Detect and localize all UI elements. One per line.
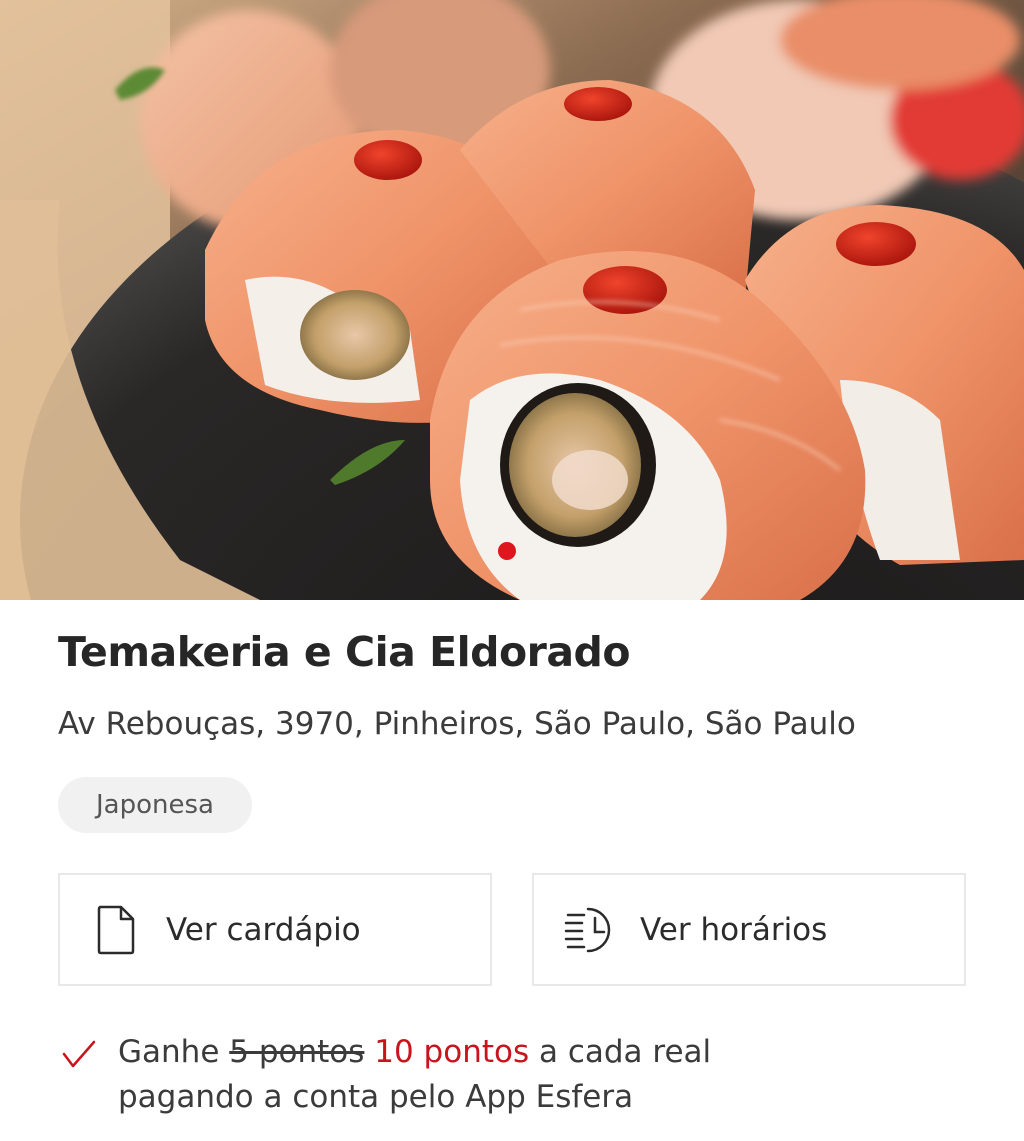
hero-image: [0, 0, 1024, 600]
check-icon: [62, 1040, 96, 1070]
promo-line-2: pagando a conta pelo App Esfera: [118, 1079, 634, 1115]
clock-list-icon: [564, 905, 618, 955]
promo-text: Ganhe 5 pontos 10 pontos a cada real pag…: [118, 1030, 711, 1120]
cuisine-tag: Japonesa: [58, 777, 252, 833]
carousel-indicator-dot[interactable]: [498, 542, 516, 560]
view-menu-button[interactable]: Ver cardápio: [58, 873, 492, 986]
view-hours-button[interactable]: Ver horários: [532, 873, 966, 986]
promo-old-points: 5 pontos: [229, 1034, 365, 1070]
sushi-photo: [0, 0, 1024, 600]
restaurant-name: Temakeria e Cia Eldorado: [58, 628, 631, 676]
restaurant-address: Av Rebouças, 3970, Pinheiros, São Paulo,…: [58, 706, 856, 742]
promo-prefix: Ganhe: [118, 1034, 220, 1070]
promo-new-points: 10 pontos: [374, 1034, 530, 1070]
promo-suffix: a cada real: [538, 1034, 712, 1070]
view-menu-label: Ver cardápio: [166, 911, 361, 948]
document-icon: [96, 905, 136, 955]
view-hours-label: Ver horários: [640, 911, 828, 948]
